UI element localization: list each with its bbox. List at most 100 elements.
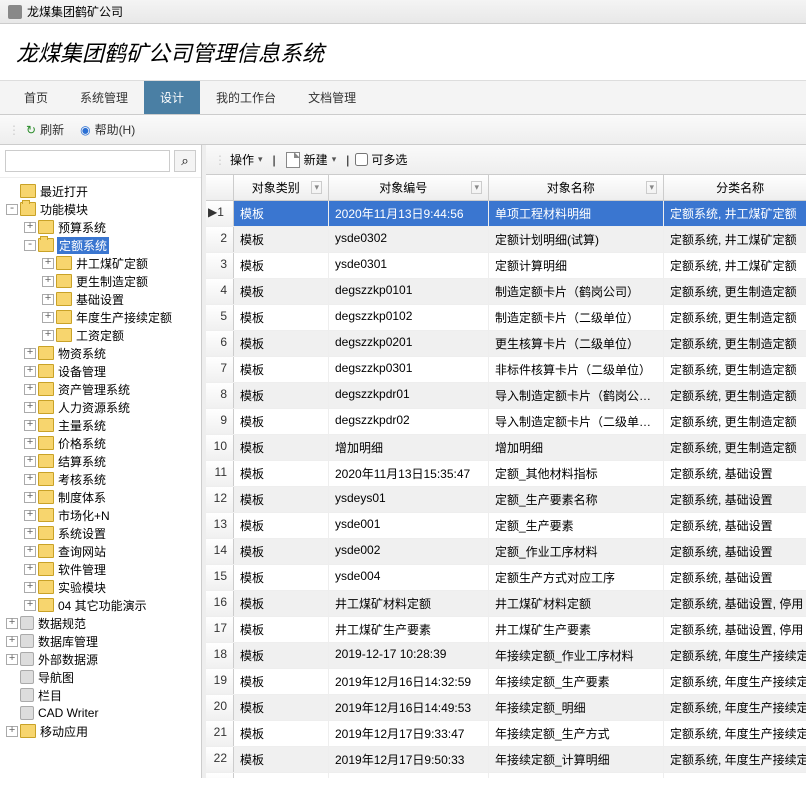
tree-item[interactable]: +实验模块	[0, 578, 201, 596]
tree-item[interactable]: +井工煤矿定额	[0, 254, 201, 272]
table-row[interactable]: 18模板2019-12-17 10:28:39年接续定额_作业工序材料定额系统,…	[206, 643, 806, 669]
filter-dropdown-icon[interactable]: ▾	[471, 181, 482, 194]
expand-icon[interactable]: +	[42, 276, 54, 287]
tree-item[interactable]: +资产管理系统	[0, 380, 201, 398]
expand-icon[interactable]: +	[24, 474, 36, 485]
table-row[interactable]: 15模板ysde004定额生产方式对应工序定额系统, 基础设置	[206, 565, 806, 591]
expand-icon[interactable]: +	[24, 348, 36, 359]
tree-item[interactable]: +数据库管理	[0, 632, 201, 650]
expand-icon[interactable]: +	[24, 510, 36, 521]
tree-item[interactable]: +移动应用	[0, 722, 201, 740]
tree-item[interactable]: +人力资源系统	[0, 398, 201, 416]
filter-dropdown-icon[interactable]: ▾	[311, 181, 322, 194]
expand-icon[interactable]: +	[24, 564, 36, 575]
expand-icon[interactable]: +	[24, 384, 36, 395]
multiselect-checkbox[interactable]: 可多选	[355, 151, 407, 168]
tab-1[interactable]: 系统管理	[64, 81, 144, 114]
table-row[interactable]: 22模板2019年12月17日9:50:33年接续定额_计算明细定额系统, 年度…	[206, 747, 806, 773]
tree-item[interactable]: CAD Writer	[0, 704, 201, 722]
refresh-button[interactable]: ↻ 刷新	[22, 119, 68, 140]
filter-dropdown-icon[interactable]: ▾	[646, 181, 657, 194]
tree-item[interactable]: +物资系统	[0, 344, 201, 362]
expand-icon[interactable]: +	[6, 726, 18, 737]
tab-2[interactable]: 设计	[144, 81, 200, 114]
tree-item[interactable]: +工资定额	[0, 326, 201, 344]
table-row[interactable]: 16模板井工煤矿材料定额井工煤矿材料定额定额系统, 基础设置, 停用	[206, 591, 806, 617]
collapse-icon[interactable]: -	[24, 240, 36, 251]
tree-item[interactable]: +基础设置	[0, 290, 201, 308]
table-row[interactable]: 23模板dejx生产计划接续表定额系统, 年度生产接续定额	[206, 773, 806, 778]
tree-item[interactable]: +更生制造定额	[0, 272, 201, 290]
expand-icon[interactable]: +	[42, 294, 54, 305]
expand-icon[interactable]: +	[24, 582, 36, 593]
tree-item[interactable]: 栏目	[0, 686, 201, 704]
table-row[interactable]: 17模板井工煤矿生产要素井工煤矿生产要素定额系统, 基础设置, 停用	[206, 617, 806, 643]
column-header[interactable]: 对象名称▾	[489, 175, 664, 200]
tree-item[interactable]: +04 其它功能演示	[0, 596, 201, 614]
tree-item[interactable]: 最近打开	[0, 182, 201, 200]
expand-icon[interactable]: +	[6, 618, 18, 629]
tree-item[interactable]: +主量系统	[0, 416, 201, 434]
expand-icon[interactable]: +	[24, 492, 36, 503]
tree-item[interactable]: +结算系统	[0, 452, 201, 470]
multiselect-input[interactable]	[355, 153, 368, 166]
expand-icon[interactable]: +	[42, 258, 54, 269]
expand-icon[interactable]: +	[24, 456, 36, 467]
expand-icon[interactable]: +	[24, 402, 36, 413]
table-row[interactable]: 10模板增加明细增加明细定额系统, 更生制造定额	[206, 435, 806, 461]
expand-icon[interactable]: +	[42, 330, 54, 341]
expand-icon[interactable]: +	[24, 222, 36, 233]
search-input[interactable]	[5, 150, 170, 172]
tree-item[interactable]: +制度体系	[0, 488, 201, 506]
tree-item[interactable]: 导航图	[0, 668, 201, 686]
column-header[interactable]: 对象编号▾	[329, 175, 489, 200]
table-row[interactable]: 14模板ysde002定额_作业工序材料定额系统, 基础设置	[206, 539, 806, 565]
table-row[interactable]: 21模板2019年12月17日9:33:47年接续定额_生产方式定额系统, 年度…	[206, 721, 806, 747]
new-button[interactable]: 新建 ▾	[282, 149, 341, 170]
tree-item[interactable]: +设备管理	[0, 362, 201, 380]
expand-icon[interactable]: +	[42, 312, 54, 323]
tree-item[interactable]: +市场化+N	[0, 506, 201, 524]
help-button[interactable]: ◉ 帮助(H)	[76, 119, 139, 140]
table-row[interactable]: 4模板degszzkp0101制造定额卡片（鹤岗公司）定额系统, 更生制造定额	[206, 279, 806, 305]
table-row[interactable]: ▶1模板2020年11月13日9:44:56单项工程材料明细定额系统, 井工煤矿…	[206, 201, 806, 227]
tree-item[interactable]: +系统设置	[0, 524, 201, 542]
tree-item[interactable]: +考核系统	[0, 470, 201, 488]
table-row[interactable]: 12模板ysdeys01定额_生产要素名称定额系统, 基础设置	[206, 487, 806, 513]
expand-icon[interactable]: +	[24, 600, 36, 611]
tree-item[interactable]: -定额系统	[0, 236, 201, 254]
expand-icon[interactable]: +	[6, 654, 18, 665]
expand-icon[interactable]: +	[6, 636, 18, 647]
table-row[interactable]: 3模板ysde0301定额计算明细定额系统, 井工煤矿定额	[206, 253, 806, 279]
expand-icon[interactable]: +	[24, 366, 36, 377]
collapse-icon[interactable]: -	[6, 204, 18, 215]
tab-4[interactable]: 文档管理	[292, 81, 372, 114]
table-row[interactable]: 8模板degszzkpdr01导入制造定额卡片（鹤岗公司）定额系统, 更生制造定…	[206, 383, 806, 409]
tree-item[interactable]: +年度生产接续定额	[0, 308, 201, 326]
operate-button[interactable]: 操作 ▾	[226, 149, 267, 170]
table-row[interactable]: 9模板degszzkpdr02导入制造定额卡片（二级单位）定额系统, 更生制造定…	[206, 409, 806, 435]
tree-item[interactable]: +软件管理	[0, 560, 201, 578]
expand-icon[interactable]: +	[24, 438, 36, 449]
table-row[interactable]: 2模板ysde0302定额计划明细(试算)定额系统, 井工煤矿定额	[206, 227, 806, 253]
search-button[interactable]: ⌕	[174, 150, 196, 172]
expand-icon[interactable]: +	[24, 546, 36, 557]
tab-0[interactable]: 首页	[8, 81, 64, 114]
table-row[interactable]: 5模板degszzkp0102制造定额卡片（二级单位）定额系统, 更生制造定额	[206, 305, 806, 331]
table-row[interactable]: 19模板2019年12月16日14:32:59年接续定额_生产要素定额系统, 年…	[206, 669, 806, 695]
tree-item[interactable]: -功能模块	[0, 200, 201, 218]
tree-item[interactable]: +预算系统	[0, 218, 201, 236]
table-row[interactable]: 13模板ysde001定额_生产要素定额系统, 基础设置	[206, 513, 806, 539]
tree-item[interactable]: +价格系统	[0, 434, 201, 452]
expand-icon[interactable]: +	[24, 420, 36, 431]
expand-icon[interactable]: +	[24, 528, 36, 539]
tree-item[interactable]: +数据规范	[0, 614, 201, 632]
column-header[interactable]: 对象类别▾	[234, 175, 329, 200]
tab-3[interactable]: 我的工作台	[200, 81, 292, 114]
table-row[interactable]: 11模板2020年11月13日15:35:47定额_其他材料指标定额系统, 基础…	[206, 461, 806, 487]
table-row[interactable]: 6模板degszzkp0201更生核算卡片（二级单位）定额系统, 更生制造定额	[206, 331, 806, 357]
table-row[interactable]: 7模板degszzkp0301非标件核算卡片（二级单位）定额系统, 更生制造定额	[206, 357, 806, 383]
tree-item[interactable]: +外部数据源	[0, 650, 201, 668]
column-header[interactable]: 分类名称▾	[664, 175, 806, 200]
tree-item[interactable]: +查询网站	[0, 542, 201, 560]
